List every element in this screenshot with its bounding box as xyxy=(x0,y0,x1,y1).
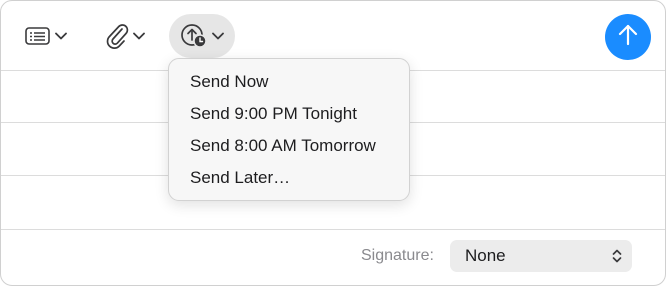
send-later-button[interactable] xyxy=(169,14,235,58)
paperclip-icon xyxy=(105,23,129,49)
clock-arrow-up-icon xyxy=(180,23,208,49)
chevron-down-icon xyxy=(133,32,145,40)
menu-item-send-tonight[interactable]: Send 9:00 PM Tonight xyxy=(190,104,357,124)
signature-selected-value: None xyxy=(465,246,506,265)
arrow-up-icon xyxy=(617,23,639,52)
menu-item-send-now[interactable]: Send Now xyxy=(190,72,268,92)
chevron-down-icon xyxy=(212,32,224,40)
signature-label: Signature: xyxy=(361,247,434,264)
menu-item-send-later[interactable]: Send Later… xyxy=(190,168,290,188)
send-later-menu: Send Now Send 9:00 PM Tonight Send 8:00 … xyxy=(168,58,410,201)
attach-button[interactable] xyxy=(91,14,159,58)
signature-select[interactable]: None xyxy=(450,240,632,272)
chevron-down-icon xyxy=(54,32,67,40)
send-button[interactable] xyxy=(605,14,651,60)
format-button[interactable] xyxy=(11,14,80,58)
subject-field-divider xyxy=(1,229,665,230)
menu-item-send-tomorrow[interactable]: Send 8:00 AM Tomorrow xyxy=(190,136,376,156)
list-format-icon xyxy=(24,26,51,46)
chevron-up-down-icon xyxy=(612,248,622,269)
